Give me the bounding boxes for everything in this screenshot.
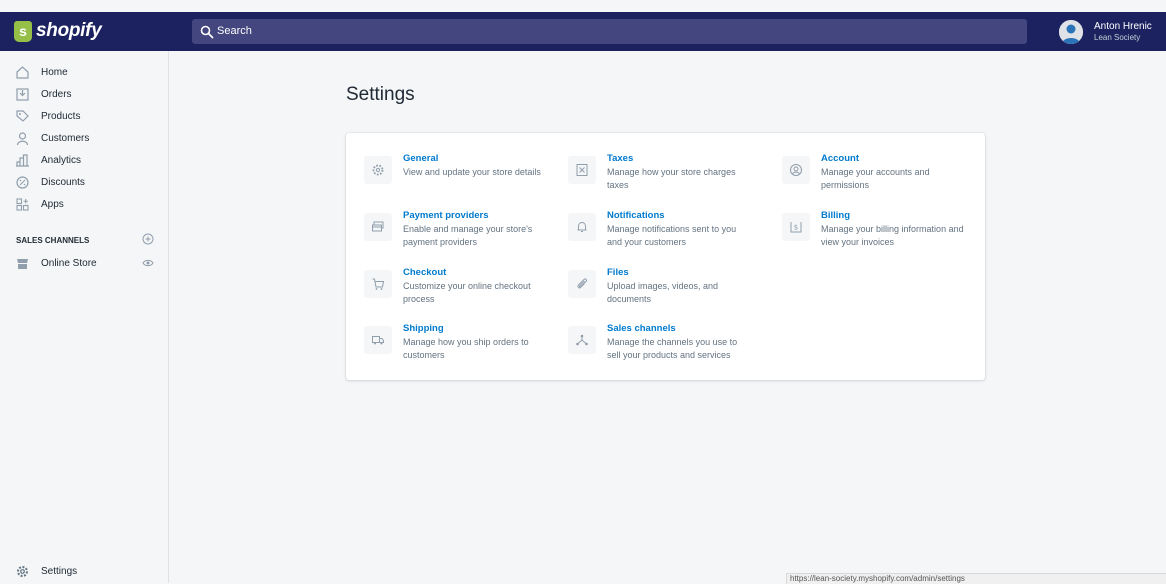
setting-title: Files [607, 267, 629, 278]
setting-title: Sales channels [607, 323, 676, 334]
setting-title: Payment providers [403, 210, 489, 221]
search-placeholder: Search [217, 25, 252, 37]
setting-notifications[interactable]: Notifications Manage notifications sent … [550, 210, 740, 260]
top-bar: s shopify Search Anton Hrenic Lean Socie… [0, 12, 1166, 51]
sidebar-item-label: Online Store [41, 258, 97, 269]
settings-card: General View and update your store detai… [346, 133, 985, 380]
sidebar-item-label: Settings [41, 566, 78, 577]
sales-channels-title: SALES CHANNELS [16, 236, 90, 245]
setting-account[interactable]: Account Manage your accounts and permiss… [764, 153, 954, 203]
taxes-icon [576, 164, 588, 176]
user-store-name: Lean Society [1094, 33, 1141, 42]
sidebar-item-label: Products [41, 111, 81, 122]
setting-title: Taxes [607, 153, 634, 164]
sidebar-item-label: Analytics [41, 155, 82, 166]
avatar-person-icon [1059, 20, 1083, 44]
eye-icon[interactable] [142, 257, 154, 269]
setting-title: Shipping [403, 323, 444, 334]
paperclip-icon [577, 278, 588, 289]
channels-icon [576, 334, 588, 346]
sidebar-item-label: Apps [41, 199, 64, 210]
setting-title: General [403, 153, 439, 164]
setting-general[interactable]: General View and update your store detai… [346, 153, 541, 203]
store-icon [17, 259, 28, 269]
person-icon [16, 132, 29, 146]
gear-icon [17, 566, 28, 577]
sidebar-item-label: Discounts [41, 177, 85, 188]
account-icon [790, 164, 802, 176]
sidebar-item-discounts[interactable]: Discounts [0, 173, 168, 193]
sidebar-item-apps[interactable]: Apps [0, 195, 168, 215]
setting-description: Enable and manage your store's payment p… [403, 224, 533, 247]
sidebar-item-products[interactable]: Products [0, 107, 168, 127]
gear-icon [372, 164, 384, 176]
sidebar-item-analytics[interactable]: Analytics [0, 151, 168, 171]
user-name: Anton Hrenic [1094, 21, 1152, 32]
setting-taxes[interactable]: Taxes Manage how your store charges taxe… [550, 153, 740, 203]
setting-description: Manage notifications sent to you and you… [607, 224, 737, 247]
sidebar-item-label: Customers [41, 133, 90, 144]
search-icon [200, 25, 214, 39]
sidebar-item-label: Orders [41, 89, 72, 100]
orders-icon [16, 88, 29, 101]
setting-sales-channels[interactable]: Sales channels Manage the channels you u… [550, 323, 740, 373]
setting-description: Manage the channels you use to sell your… [607, 337, 738, 360]
brand-area[interactable]: s shopify [0, 12, 168, 51]
tag-icon [16, 110, 29, 122]
sidebar-item-customers[interactable]: Customers [0, 129, 168, 149]
setting-title: Billing [821, 210, 851, 221]
brand-name: shopify [36, 20, 102, 41]
sidebar: Home Orders Products Customers Analytics… [0, 51, 169, 583]
truck-icon [372, 336, 384, 345]
setting-description: Manage your billing information and view… [821, 224, 964, 247]
search-input[interactable]: Search [192, 19, 1027, 44]
payment-icon [372, 221, 384, 232]
setting-payment-providers[interactable]: Payment providers Enable and manage your… [346, 210, 536, 260]
setting-description: Manage how your store charges taxes [607, 167, 736, 190]
status-bar-url: https://lean-society.myshopify.com/admin… [786, 573, 1166, 584]
setting-description: Manage how you ship orders to customers [403, 337, 529, 360]
setting-shipping[interactable]: Shipping Manage how you ship orders to c… [346, 323, 536, 373]
setting-title: Notifications [607, 210, 665, 221]
setting-title: Account [821, 153, 859, 164]
cart-icon [372, 278, 385, 290]
sidebar-item-settings[interactable]: Settings [0, 561, 168, 581]
setting-description: Upload images, videos, and documents [607, 281, 719, 304]
svg-text:$: $ [794, 224, 798, 232]
setting-billing[interactable]: $ Billing Manage your billing informatio… [764, 210, 964, 260]
page-title: Settings [346, 84, 415, 105]
user-menu[interactable]: Anton Hrenic Lean Society [1059, 12, 1166, 51]
sidebar-item-orders[interactable]: Orders [0, 85, 168, 105]
bar-chart-icon [16, 154, 29, 167]
sidebar-item-label: Home [41, 67, 68, 78]
setting-files[interactable]: Files Upload images, videos, and documen… [550, 267, 740, 317]
discount-icon [16, 176, 29, 189]
setting-title: Checkout [403, 267, 447, 278]
avatar [1059, 20, 1083, 44]
apps-icon [16, 198, 29, 211]
shopify-bag-icon: s [14, 21, 32, 42]
home-icon [16, 66, 29, 79]
setting-checkout[interactable]: Checkout Customize your online checkout … [346, 267, 536, 317]
sidebar-item-home[interactable]: Home [0, 63, 168, 83]
bell-icon [577, 221, 587, 232]
billing-icon: $ [790, 222, 802, 233]
setting-description: Manage your accounts and permissions [821, 167, 930, 190]
setting-description: Customize your online checkout process [403, 281, 531, 304]
add-sales-channel-icon[interactable] [142, 233, 154, 245]
setting-description: View and update your store details [403, 167, 541, 177]
